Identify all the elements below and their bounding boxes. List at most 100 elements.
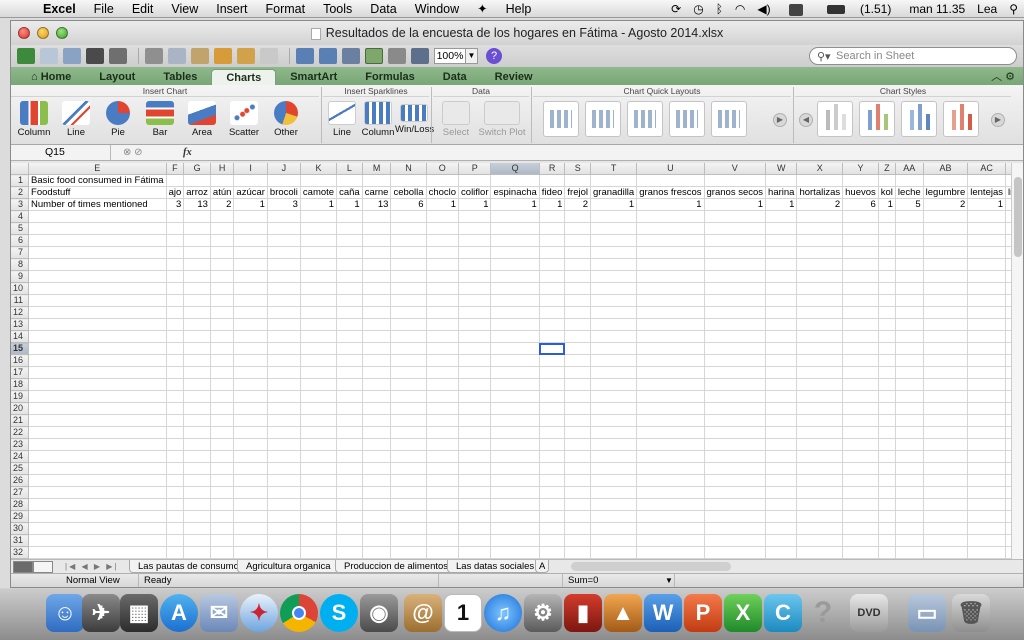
cell[interactable] <box>878 378 896 392</box>
cell[interactable] <box>458 294 492 308</box>
cell[interactable] <box>636 450 705 464</box>
column-header[interactable]: Q <box>490 163 540 176</box>
cell[interactable] <box>842 414 879 428</box>
cell[interactable] <box>564 498 591 512</box>
cell[interactable] <box>390 306 427 320</box>
cell[interactable] <box>704 414 767 428</box>
cell[interactable] <box>636 294 705 308</box>
food-cell[interactable]: lentejas <box>967 186 1006 200</box>
cell[interactable] <box>967 450 1006 464</box>
zoom-button[interactable] <box>56 27 68 39</box>
cell[interactable] <box>539 402 566 416</box>
cell[interactable] <box>704 354 767 368</box>
cell[interactable] <box>967 462 1006 476</box>
autosum-icon[interactable] <box>296 48 314 64</box>
cell[interactable] <box>895 414 924 428</box>
sheet-tab-more[interactable]: A <box>535 560 550 573</box>
cell[interactable] <box>210 174 235 188</box>
cell[interactable] <box>210 438 235 452</box>
cell[interactable] <box>842 438 879 452</box>
cell[interactable] <box>458 174 492 188</box>
cell[interactable] <box>967 258 1006 272</box>
cell[interactable] <box>539 258 566 272</box>
communicator-icon[interactable]: C <box>764 594 802 632</box>
cell[interactable] <box>895 486 924 500</box>
cell[interactable] <box>183 282 211 296</box>
cell[interactable] <box>590 258 638 272</box>
cell[interactable] <box>765 294 798 308</box>
cell[interactable] <box>842 510 879 524</box>
cell[interactable] <box>390 330 427 344</box>
cell[interactable] <box>590 486 638 500</box>
cell[interactable] <box>923 246 969 260</box>
cell[interactable] <box>458 366 492 380</box>
cell[interactable] <box>842 318 879 332</box>
chart-style-2[interactable] <box>859 101 895 137</box>
row-header[interactable]: 22 <box>11 426 30 440</box>
cell[interactable] <box>539 234 566 248</box>
cell[interactable] <box>490 390 540 404</box>
zoom-field[interactable]: 100% <box>434 48 466 64</box>
cell[interactable] <box>842 354 879 368</box>
cell[interactable] <box>458 402 492 416</box>
cell[interactable] <box>923 414 969 428</box>
cell[interactable] <box>923 378 969 392</box>
cell[interactable] <box>362 366 392 380</box>
cell[interactable] <box>967 546 1006 559</box>
cell[interactable] <box>636 222 705 236</box>
cell[interactable] <box>636 534 705 548</box>
cell[interactable] <box>336 174 363 188</box>
cell[interactable] <box>390 210 427 224</box>
downloads-folder-icon[interactable]: ▭ <box>908 594 946 632</box>
cell[interactable] <box>842 450 879 464</box>
cell[interactable] <box>28 270 167 284</box>
row-header[interactable]: 5 <box>11 222 30 236</box>
cell[interactable] <box>166 390 185 404</box>
column-header[interactable]: Y <box>842 163 879 176</box>
food-cell[interactable]: fideo <box>539 186 566 200</box>
cell[interactable] <box>458 330 492 344</box>
cell[interactable] <box>967 354 1006 368</box>
cell[interactable] <box>233 222 268 236</box>
sheet-tab-pautas[interactable]: Las pautas de consumo <box>129 560 248 573</box>
row-header[interactable]: 20 <box>11 402 30 416</box>
cell[interactable] <box>967 270 1006 284</box>
search-input[interactable]: ⚲▾ Search in Sheet <box>809 47 1017 65</box>
cell[interactable] <box>490 318 540 332</box>
column-header[interactable]: Z <box>878 163 896 176</box>
time-machine-icon[interactable]: ◷ <box>693 2 703 16</box>
count-cell[interactable]: 3 <box>166 198 185 212</box>
cell[interactable] <box>564 462 591 476</box>
cell[interactable] <box>267 546 301 559</box>
cell[interactable] <box>426 294 460 308</box>
cell[interactable] <box>300 498 338 512</box>
cell[interactable] <box>878 342 896 356</box>
cell[interactable] <box>842 342 879 356</box>
cell[interactable] <box>765 270 798 284</box>
cell[interactable] <box>210 354 235 368</box>
sync-icon[interactable]: ⟳ <box>671 2 681 16</box>
trash-icon[interactable]: 🗑 <box>952 594 990 632</box>
finder-icon[interactable]: ☺ <box>46 594 84 632</box>
cell[interactable] <box>842 270 879 284</box>
row-header[interactable]: 8 <box>11 258 30 272</box>
count-cell[interactable]: 1 <box>704 198 767 212</box>
battery-status[interactable]: (1.51) <box>821 2 898 16</box>
name-box[interactable]: Q15 <box>11 145 111 160</box>
cell[interactable] <box>490 342 540 356</box>
cell[interactable] <box>923 210 969 224</box>
food-cell[interactable]: granadilla <box>590 186 638 200</box>
cell[interactable] <box>183 234 211 248</box>
cell[interactable] <box>490 174 540 188</box>
cell[interactable] <box>183 294 211 308</box>
cell[interactable] <box>28 246 167 260</box>
cell[interactable] <box>458 510 492 524</box>
cell[interactable] <box>390 486 427 500</box>
cell[interactable] <box>539 330 566 344</box>
cell[interactable] <box>765 306 798 320</box>
cell[interactable] <box>923 270 969 284</box>
menu-window[interactable]: Window <box>406 2 468 16</box>
cell[interactable] <box>765 426 798 440</box>
cell[interactable] <box>704 378 767 392</box>
food-cell[interactable]: frejol <box>564 186 591 200</box>
